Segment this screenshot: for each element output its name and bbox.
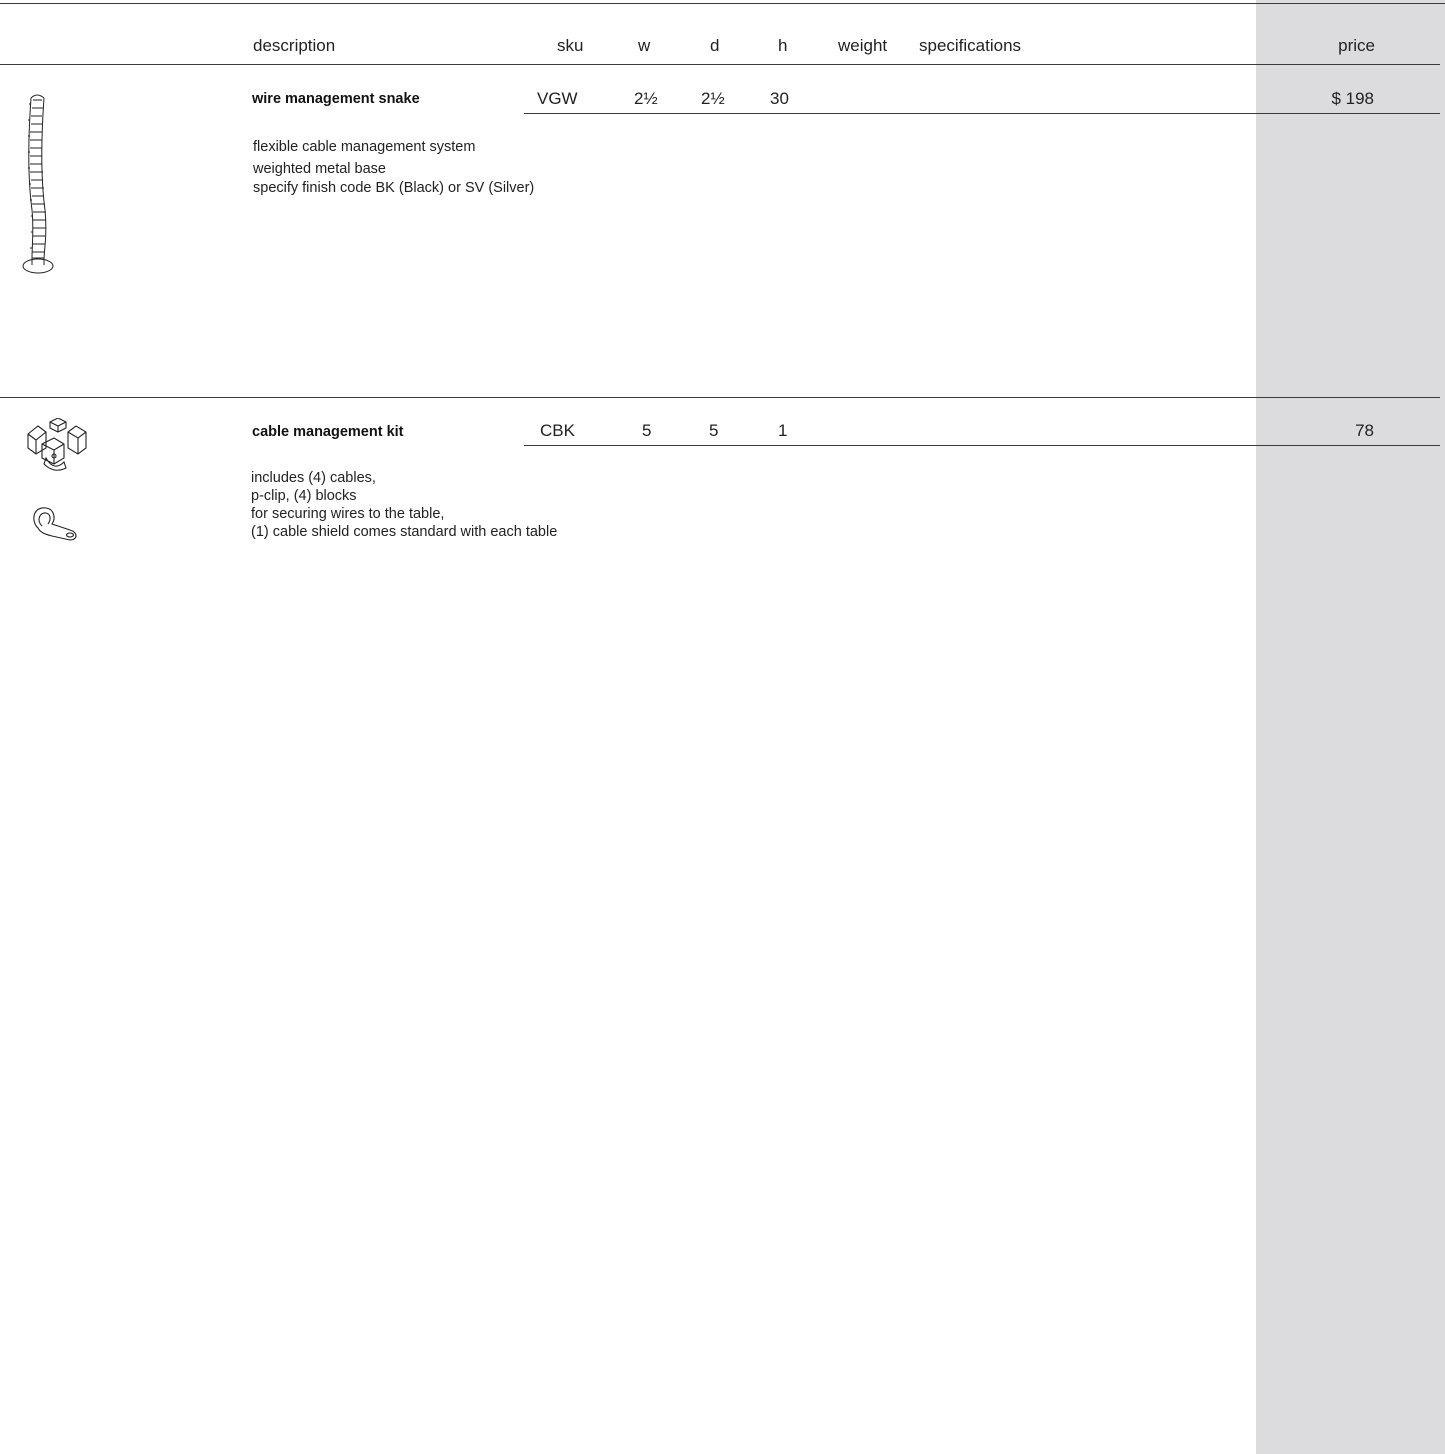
product-details: includes (4) cables, p-clip, (4) blocks … (251, 469, 557, 541)
header-description: description (253, 36, 336, 55)
detail-line: weighted metal base (253, 161, 386, 177)
product-depth: 2½ (701, 89, 725, 108)
header-sku: sku (557, 36, 584, 55)
detail-line: flexible cable management system (253, 139, 476, 155)
price-column-band (1256, 0, 1445, 1454)
product-name: wire management snake (252, 91, 420, 107)
section-rule (0, 397, 1440, 398)
product-price: $ 198 (1331, 89, 1374, 108)
top-rule (0, 3, 1445, 4)
product-underline (524, 445, 1440, 446)
product-sku: CBK (540, 421, 575, 440)
product-width: 5 (642, 421, 652, 440)
header-w: w (638, 36, 651, 55)
detail-line: p-clip, (4) blocks (251, 488, 357, 504)
header-weight: weight (838, 36, 888, 55)
product-underline (524, 113, 1440, 114)
product-height: 1 (778, 421, 788, 440)
product-price: 78 (1355, 421, 1374, 440)
product-details: flexible cable management system weighte… (253, 138, 534, 198)
cable-snake-icon (18, 90, 58, 285)
header-specifications: specifications (919, 36, 1022, 55)
product-width: 2½ (634, 89, 658, 108)
detail-line: (1) cable shield comes standard with eac… (251, 524, 558, 540)
product-sku: VGW (537, 89, 578, 108)
detail-line: for securing wires to the table, (251, 506, 445, 522)
cable-blocks-icon (24, 417, 90, 477)
detail-line: specify finish code BK (Black) or SV (Si… (253, 180, 535, 196)
header-rule (0, 64, 1440, 65)
header-d: d (710, 36, 720, 55)
product-depth: 5 (709, 421, 719, 440)
header-h: h (778, 36, 788, 55)
product-height: 30 (770, 89, 789, 108)
p-clip-icon (30, 504, 82, 549)
header-price: price (1338, 36, 1375, 55)
detail-line: includes (4) cables, (251, 470, 376, 486)
product-name: cable management kit (252, 424, 404, 440)
